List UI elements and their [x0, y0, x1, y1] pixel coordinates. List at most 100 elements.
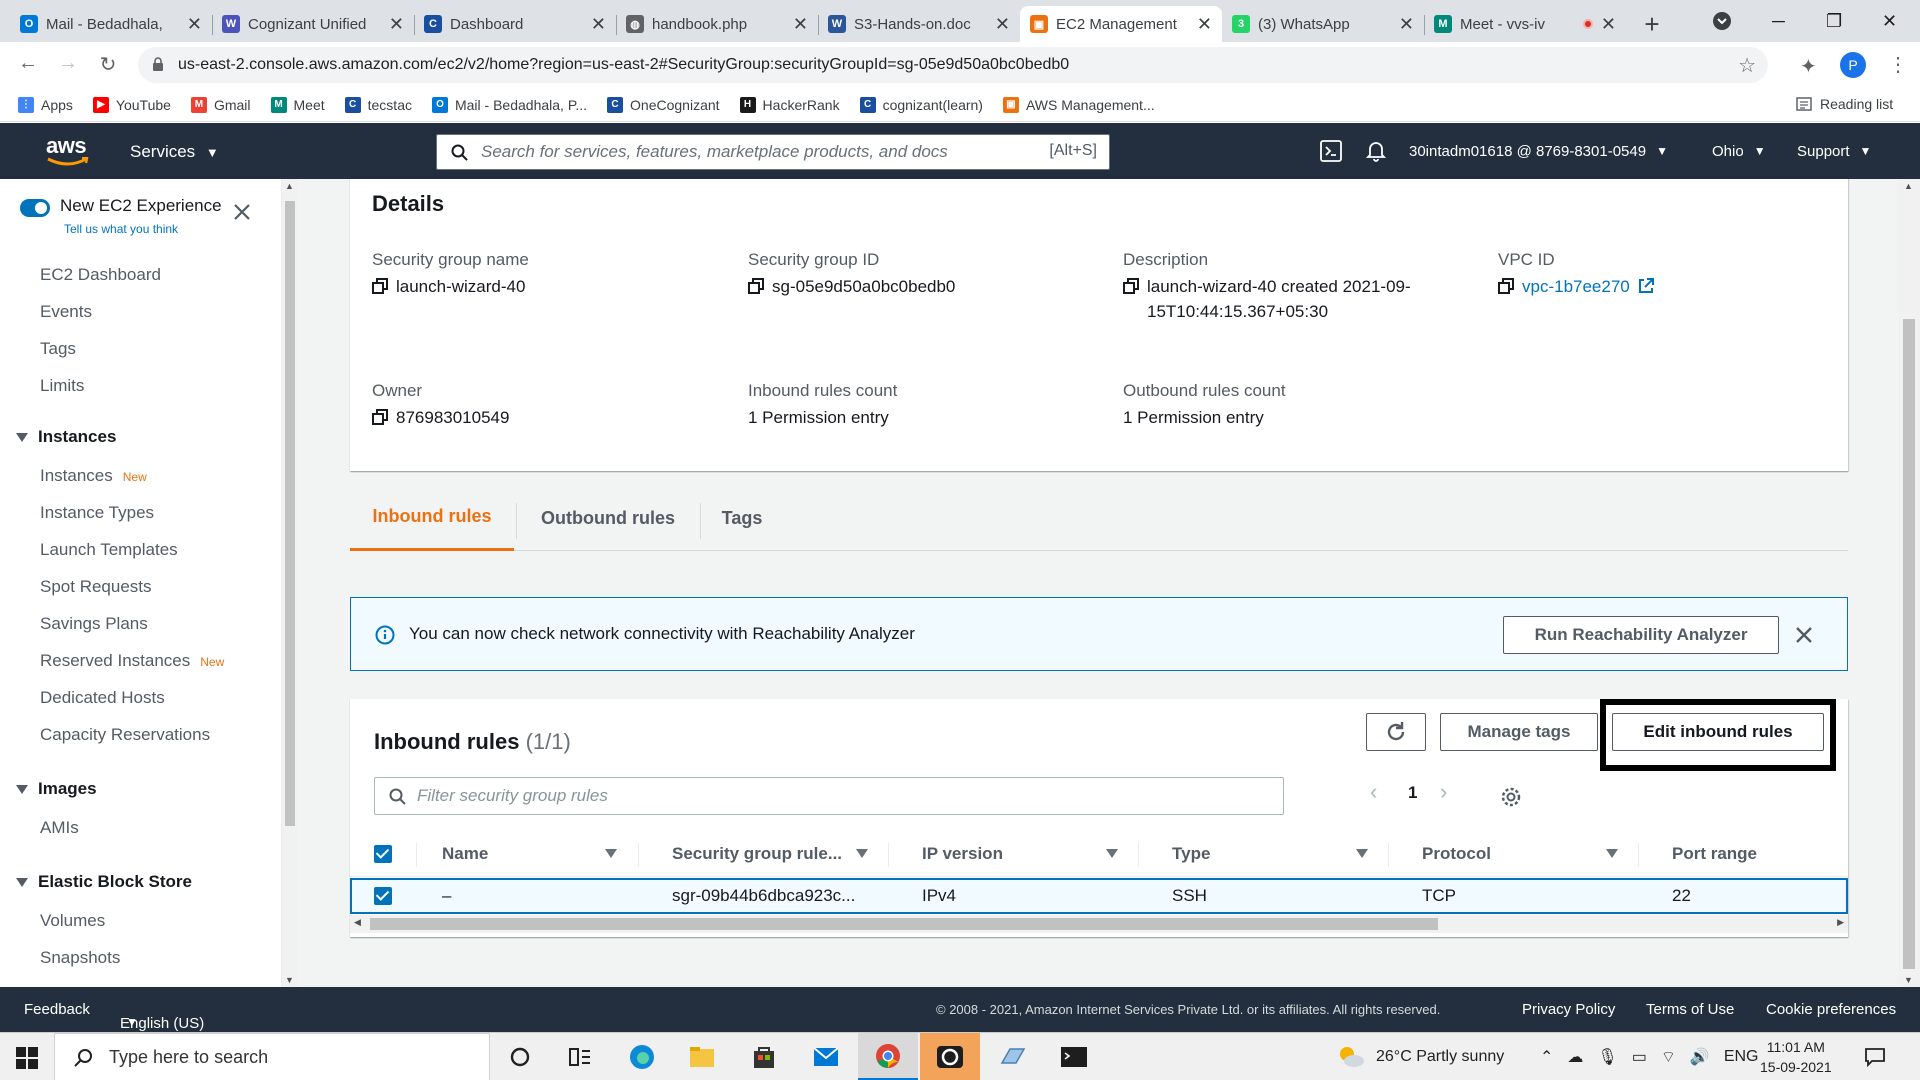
sidebar-item[interactable]: Volumes	[40, 911, 105, 931]
new-experience-toggle[interactable]	[20, 199, 50, 217]
browser-tab[interactable]: M Meet - vvs-iv ✕	[1424, 6, 1626, 42]
sidebar-item[interactable]: Spot Requests	[40, 577, 152, 597]
aws-search-input[interactable]: Search for services, features, marketpla…	[436, 134, 1110, 170]
store-icon[interactable]	[734, 1033, 794, 1080]
next-page-icon[interactable]: ›	[1440, 779, 1447, 805]
browser-tab[interactable]: W S3-Hands-on.doc ✕	[818, 6, 1020, 42]
table-row[interactable]: – sgr-09b44b6dbca923c... IPv4 SSH TCP 22	[350, 878, 1848, 914]
sidebar-section-header[interactable]: Elastic Block Store	[16, 872, 192, 892]
bookmark-item[interactable]: C OneCognizant	[607, 96, 720, 113]
sidebar-section-header[interactable]: Images	[16, 779, 97, 799]
privacy-policy-link[interactable]: Privacy Policy	[1522, 1001, 1615, 1018]
sidebar-item[interactable]: Dedicated Hosts	[40, 688, 165, 708]
close-window-icon[interactable]: ✕	[1882, 0, 1897, 42]
account-menu[interactable]: 30intadm01618 @ 8769-8301-0549 ▼	[1409, 123, 1668, 179]
manage-tags-button[interactable]: Manage tags	[1440, 713, 1598, 751]
services-menu[interactable]: Services ▼	[130, 142, 219, 162]
sidebar-item[interactable]: Limits	[40, 376, 84, 396]
edge-browser-icon[interactable]	[612, 1033, 672, 1080]
notifications-icon[interactable]	[1864, 1033, 1886, 1080]
column-header-rule-id[interactable]: Security group rule...	[672, 831, 842, 877]
cookie-preferences-link[interactable]: Cookie preferences	[1766, 1001, 1896, 1018]
sidebar-scrollbar[interactable]: ▲ ▼	[282, 179, 298, 987]
dismiss-icon[interactable]	[1795, 626, 1813, 644]
scroll-down-icon[interactable]: ▼	[285, 975, 294, 985]
tab-close-icon[interactable]: ✕	[1197, 14, 1212, 35]
column-header-ip-version[interactable]: IP version	[922, 831, 1003, 877]
task-view-icon[interactable]	[550, 1033, 610, 1080]
url-bar[interactable]: us-east-2.console.aws.amazon.com/ec2/v2/…	[138, 47, 1768, 83]
profile-avatar[interactable]: P	[1840, 52, 1866, 78]
sidebar-item[interactable]: Events	[40, 302, 92, 322]
reading-list-button[interactable]: Reading list	[1796, 96, 1893, 112]
tab-close-icon[interactable]: ✕	[1399, 14, 1414, 35]
scroll-down-icon[interactable]: ▼	[1904, 975, 1913, 985]
tab-close-icon[interactable]: ✕	[1601, 14, 1616, 35]
browser-tab[interactable]: ◍ handbook.php ✕	[616, 6, 818, 42]
support-menu[interactable]: Support ▼	[1797, 123, 1871, 179]
column-header-name[interactable]: Name	[442, 831, 488, 877]
clock[interactable]: 11:01 AM 15-09-2021	[1760, 1033, 1832, 1080]
volume-icon[interactable]: 🔊	[1690, 1047, 1710, 1067]
language-indicator[interactable]: ENG	[1724, 1048, 1759, 1066]
terms-of-use-link[interactable]: Terms of Use	[1646, 1001, 1734, 1018]
bookmark-item[interactable]: ▣ AWS Management...	[1002, 96, 1155, 113]
page-number[interactable]: 1	[1408, 783, 1417, 803]
bookmark-item[interactable]: ⋮ Apps	[18, 96, 73, 113]
file-explorer-icon[interactable]	[672, 1033, 732, 1080]
table-scroll-thumb[interactable]	[370, 918, 1438, 930]
copy-icon[interactable]	[1123, 278, 1139, 294]
sidebar-item[interactable]: EC2 Dashboard	[40, 265, 161, 285]
sidebar-item[interactable]: Tags	[40, 339, 76, 359]
weather-widget[interactable]: 26°C Partly sunny	[1336, 1033, 1504, 1080]
aws-logo[interactable]: aws	[46, 133, 90, 167]
tab-tags[interactable]: Tags	[702, 485, 782, 551]
copy-icon[interactable]	[372, 278, 388, 294]
cloud-icon[interactable]: ☁	[1567, 1047, 1583, 1067]
new-tab-button[interactable]: +	[1632, 6, 1672, 42]
bookmark-item[interactable]: Ccognizant(learn)	[859, 96, 983, 113]
browser-tab[interactable]: 3 (3) WhatsApp ✕	[1222, 6, 1424, 42]
bookmark-item[interactable]: M Gmail	[190, 96, 251, 113]
settings-gear-icon[interactable]	[1500, 786, 1522, 808]
notifications-bell-icon[interactable]	[1366, 123, 1386, 179]
restore-icon[interactable]: ❐	[1826, 0, 1842, 42]
chrome-icon[interactable]	[858, 1033, 918, 1080]
microphone-icon[interactable]: 🎙	[1597, 1047, 1617, 1067]
cell-rule-id[interactable]: sgr-09b44b6dbca923c...	[672, 880, 855, 912]
bookmark-item[interactable]: O Mail - Bedadhala, P...	[431, 96, 587, 113]
bookmark-item[interactable]: M Meet	[270, 96, 325, 113]
forward-icon[interactable]: →	[50, 52, 86, 75]
back-icon[interactable]: ←	[10, 52, 46, 75]
sidebar-section-header[interactable]: Instances	[16, 427, 116, 447]
tab-close-icon[interactable]: ✕	[591, 14, 606, 35]
refresh-button[interactable]	[1366, 713, 1426, 751]
extensions-icon[interactable]: ✦	[1800, 54, 1817, 79]
terminal-icon[interactable]	[1044, 1033, 1104, 1080]
sidebar-item[interactable]: Instances New	[40, 466, 147, 486]
row-checkbox[interactable]	[374, 887, 392, 905]
windows-start-icon[interactable]	[16, 1047, 38, 1072]
browser-tab[interactable]: C Dashboard ✕	[414, 6, 616, 42]
filter-rules-input[interactable]: Filter security group rules	[374, 777, 1284, 815]
tab-close-icon[interactable]: ✕	[995, 14, 1010, 35]
sidebar-item[interactable]: Snapshots	[40, 948, 120, 968]
close-icon[interactable]	[233, 203, 251, 221]
tab-search-icon[interactable]	[1712, 0, 1732, 42]
browser-tab[interactable]: W Cognizant Unified ✕	[212, 6, 414, 42]
sidebar-item[interactable]: Reserved Instances New	[40, 651, 224, 671]
sidebar-item[interactable]: Capacity Reservations	[40, 725, 210, 745]
column-header-type[interactable]: Type	[1172, 831, 1210, 877]
region-menu[interactable]: Ohio ▼	[1712, 123, 1766, 179]
webex-icon[interactable]	[920, 1033, 980, 1080]
battery-icon[interactable]: ▭	[1632, 1047, 1647, 1067]
bookmark-item[interactable]: Ctecstac	[344, 96, 412, 113]
browser-menu-icon[interactable]: ⋮	[1888, 52, 1908, 77]
sort-icon[interactable]	[856, 849, 868, 858]
reload-icon[interactable]: ↻	[90, 52, 126, 77]
sort-icon[interactable]	[605, 849, 617, 858]
copy-icon[interactable]	[1498, 278, 1514, 294]
sidebar-scroll-thumb[interactable]	[285, 201, 295, 826]
scroll-right-icon[interactable]: ▶	[1837, 917, 1844, 928]
taskbar-search-input[interactable]: Type here to search	[54, 1033, 490, 1080]
